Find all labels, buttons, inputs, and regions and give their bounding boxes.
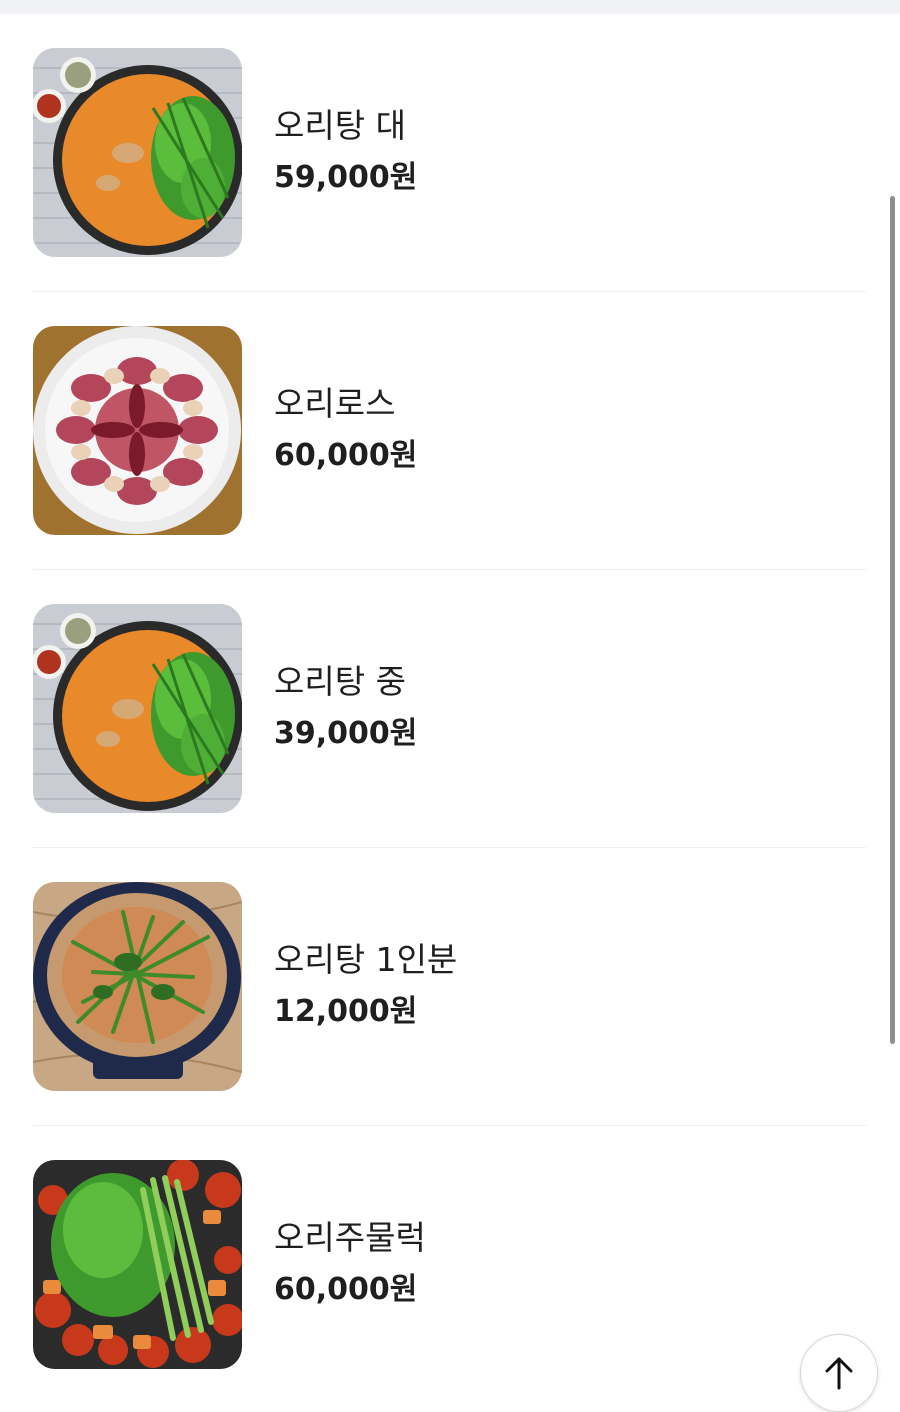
menu-item-name: 오리탕 대 [274, 106, 406, 145]
duck-soup-large-photo [33, 48, 242, 257]
scroll-to-top-button[interactable] [800, 1334, 878, 1412]
menu-item-name: 오리탕 1인분 [274, 940, 458, 979]
menu-item-image[interactable] [33, 604, 242, 813]
menu-list: 오리탕 대 59,000원 오리로스 60,000원 오리탕 중 39,000원… [0, 14, 900, 1404]
menu-item-name: 오리주물럭 [274, 1218, 426, 1257]
menu-item[interactable]: 오리주물럭 60,000원 [0, 1126, 900, 1404]
scrollbar-thumb[interactable] [890, 196, 895, 1044]
duck-roast-platter-photo [33, 326, 242, 535]
menu-item-image[interactable] [33, 48, 242, 257]
menu-item-price: 60,000원 [274, 438, 418, 473]
menu-item-price: 39,000원 [274, 716, 418, 751]
menu-item-name: 오리로스 [274, 384, 396, 423]
menu-item-image[interactable] [33, 882, 242, 1091]
menu-item-price: 12,000원 [274, 994, 418, 1029]
duck-soup-single-photo [33, 882, 242, 1091]
arrow-up-icon [825, 1357, 853, 1390]
menu-item-price: 59,000원 [274, 160, 418, 195]
scrollbar[interactable] [890, 196, 895, 1044]
menu-item[interactable]: 오리탕 대 59,000원 [0, 14, 900, 292]
duck-soup-medium-photo [33, 604, 242, 813]
menu-item-price: 60,000원 [274, 1272, 418, 1307]
menu-item[interactable]: 오리탕 중 39,000원 [0, 570, 900, 848]
menu-item-image[interactable] [33, 326, 242, 535]
menu-item[interactable]: 오리로스 60,000원 [0, 292, 900, 570]
top-strip [0, 0, 900, 14]
spicy-duck-stirfry-photo [33, 1160, 242, 1369]
menu-item[interactable]: 오리탕 1인분 12,000원 [0, 848, 900, 1126]
menu-item-name: 오리탕 중 [274, 662, 406, 701]
menu-item-image[interactable] [33, 1160, 242, 1369]
